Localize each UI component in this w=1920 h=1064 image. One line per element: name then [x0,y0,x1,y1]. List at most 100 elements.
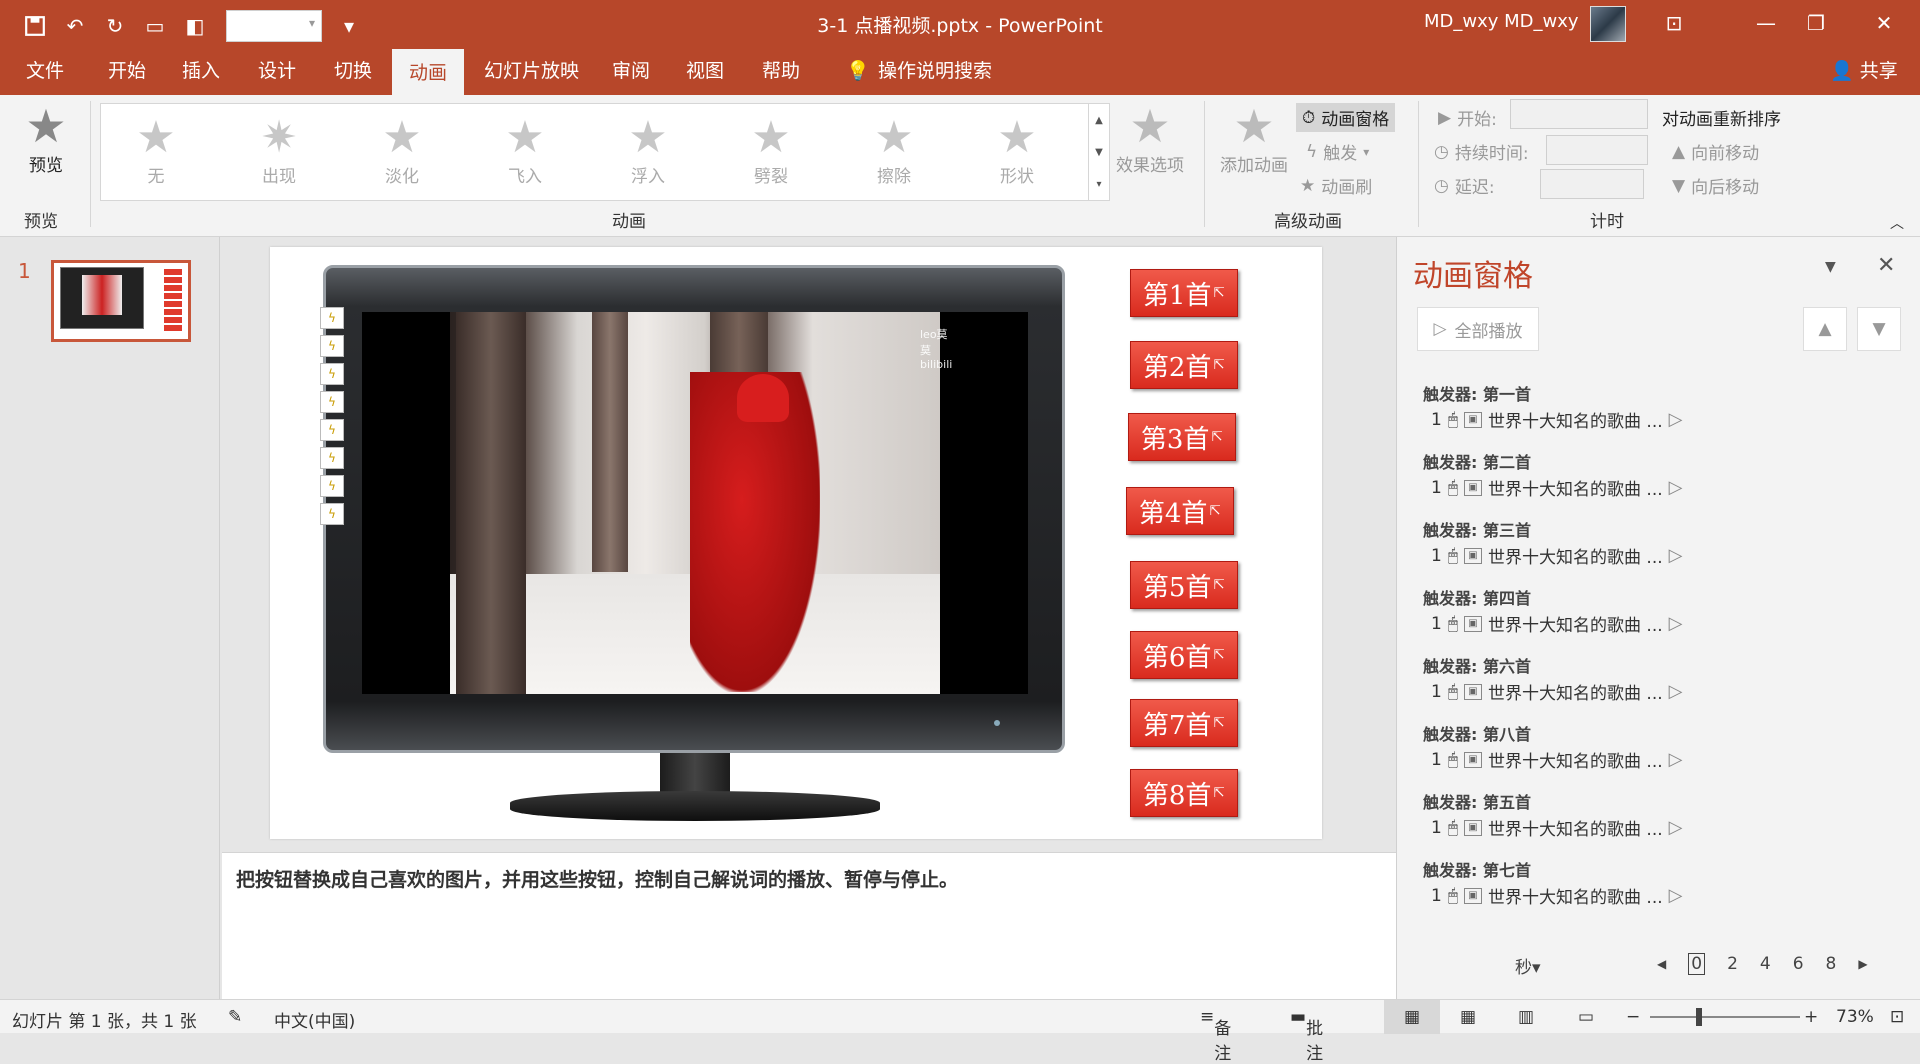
animation-split[interactable]: ★ 劈裂 [716,114,826,194]
scroll-up-icon[interactable]: ▲ [1095,115,1103,126]
delay-input[interactable] [1540,169,1644,199]
lightning-icon[interactable]: ϟ [320,503,344,525]
add-animation-button[interactable]: ★ 添加动画 [1214,101,1294,176]
slide-sorter-icon[interactable]: ▦ [1460,1007,1476,1027]
slideshow-icon[interactable]: ▭ [1578,1007,1594,1027]
animation-item[interactable]: 1 🖱 ▣ 世界十大知名的歌曲 ... ▷ [1431,883,1683,908]
scroll-down-icon[interactable]: ▼ [1095,147,1103,158]
lightning-icon[interactable]: ϟ [320,447,344,469]
move-down-button[interactable]: ▼ [1857,307,1901,351]
play-all-button[interactable]: ▷ 全部播放 [1417,307,1539,351]
animation-fly-in[interactable]: ★ 飞入 [470,114,580,194]
tab-home[interactable]: 开始 [98,47,156,95]
notes-pane[interactable]: 把按钮替换成自己喜欢的图片，并用这些按钮，控制自己解说词的播放、暂停与停止。 [222,852,1397,1000]
song-button-1[interactable]: 第1首 ⇱ [1130,269,1238,317]
song-button-3[interactable]: 第3首 ⇱ [1128,413,1236,461]
user-name[interactable]: MD_wxy MD_wxy [1424,11,1579,32]
zoom-level[interactable]: 73% [1836,1007,1874,1027]
animation-appear[interactable]: ✷ 出现 [224,114,334,194]
animation-fade[interactable]: ★ 淡化 [347,114,457,194]
expand-gallery-icon[interactable]: ▾ [1096,179,1101,190]
animation-item[interactable]: 1 🖱 ▣ 世界十大知名的歌曲 ... ▷ [1431,611,1683,636]
video-screen[interactable]: leo莫莫 bilibili [362,312,1028,694]
notes-toggle[interactable]: ≡ 备注 [1200,1007,1231,1064]
song-button-5[interactable]: 第5首 ⇱ [1130,561,1238,609]
tab-design[interactable]: 设计 [248,47,306,95]
move-earlier-button[interactable]: ▲ 向前移动 [1672,139,1759,165]
animation-wipe[interactable]: ★ 擦除 [839,114,949,194]
duration-input[interactable] [1546,135,1648,165]
share-button[interactable]: 👤 共享 [1820,47,1908,95]
minimize-icon[interactable]: — [1746,8,1786,38]
animation-shape[interactable]: ★ 形状 [962,114,1072,194]
font-name-box[interactable] [226,10,322,42]
tab-slideshow[interactable]: 幻灯片放映 [474,47,589,95]
animation-float-in[interactable]: ★ 浮入 [593,114,703,194]
animation-item[interactable]: 1 🖱 ▣ 世界十大知名的歌曲 ... ▷ [1431,475,1683,500]
animation-item[interactable]: 1 🖱 ▣ 世界十大知名的歌曲 ... ▷ [1431,407,1683,432]
effect-options-button[interactable]: ★ 效果选项 [1110,101,1190,176]
pane-options-icon[interactable]: ▼ [1825,259,1836,275]
timeline-left-icon[interactable]: ◀ [1657,957,1666,971]
redo-icon[interactable]: ↻ [102,13,128,39]
animation-none[interactable]: ★ 无 [101,114,211,194]
slide-thumbnail[interactable] [51,260,191,342]
lightning-icon[interactable]: ϟ [320,335,344,357]
tab-transitions[interactable]: 切换 [324,47,382,95]
customize-qat-icon[interactable]: ▾ [336,13,362,39]
animation-item[interactable]: 1 🖱 ▣ 世界十大知名的歌曲 ... ▷ [1431,747,1683,772]
move-up-button[interactable]: ▲ [1803,307,1847,351]
lightning-icon[interactable]: ϟ [320,475,344,497]
timeline-ruler[interactable]: ◀ 0 2 4 6 8 ▶ [1657,953,1868,975]
language-indicator[interactable]: 中文(中国) [274,1007,355,1032]
tab-file[interactable]: 文件 [16,47,74,95]
zoom-out-icon[interactable]: − [1626,1007,1640,1027]
tell-me-search[interactable]: 操作说明搜索 [868,47,1002,95]
undo-icon[interactable]: ↶ [62,13,88,39]
lightning-icon[interactable]: ϟ [320,307,344,329]
layout-icon[interactable]: ◧ [182,13,208,39]
lightning-icon[interactable]: ϟ [320,419,344,441]
comments-toggle[interactable]: ▬ 批注 [1290,1007,1323,1064]
song-button-2[interactable]: 第2首 ⇱ [1130,341,1238,389]
notes-text[interactable]: 把按钮替换成自己喜欢的图片，并用这些按钮，控制自己解说词的播放、暂停与停止。 [236,865,958,892]
song-button-8[interactable]: 第8首 ⇱ [1130,769,1238,817]
normal-view-icon[interactable]: ▦ [1384,1000,1440,1034]
save-icon[interactable] [22,13,48,39]
animation-item[interactable]: 1 🖱 ▣ 世界十大知名的歌曲 ... ▷ [1431,543,1683,568]
tab-animations[interactable]: 动画 [392,47,464,95]
song-button-6[interactable]: 第6首 ⇱ [1130,631,1238,679]
reading-view-icon[interactable]: ▥ [1518,1007,1534,1027]
animation-painter-button[interactable]: ★ 动画刷 [1300,173,1372,199]
start-dropdown[interactable] [1510,99,1648,129]
seconds-dropdown[interactable]: 秒▾ [1515,953,1541,978]
close-icon[interactable]: ✕ [1864,8,1904,38]
zoom-in-icon[interactable]: + [1804,1007,1818,1027]
lightning-icon[interactable]: ϟ [320,363,344,385]
fit-to-window-icon[interactable]: ⊡ [1890,1007,1904,1027]
tab-view[interactable]: 视图 [676,47,734,95]
present-from-beginning-icon[interactable]: ▭ [142,13,168,39]
restore-icon[interactable]: ❐ [1796,8,1836,38]
ribbon-display-options-icon[interactable]: ⊡ [1654,8,1694,38]
collapse-ribbon-icon[interactable]: ︿ [1890,213,1904,233]
spelling-icon[interactable]: ✎ [228,1007,242,1027]
song-button-7[interactable]: 第7首 ⇱ [1130,699,1238,747]
move-later-button[interactable]: ▼ 向后移动 [1672,173,1759,199]
tab-review[interactable]: 审阅 [602,47,660,95]
video-frame[interactable]: leo莫莫 bilibili [450,312,952,694]
zoom-slider[interactable] [1650,1016,1800,1018]
animation-item[interactable]: 1 🖱 ▣ 世界十大知名的歌曲 ... ▷ [1431,679,1683,704]
song-button-4[interactable]: 第4首 ⇱ [1126,487,1234,535]
tab-insert[interactable]: 插入 [172,47,230,95]
zoom-thumb[interactable] [1696,1008,1702,1026]
animation-pane-button[interactable]: ⏱ 动画窗格 [1296,103,1396,132]
tab-help[interactable]: 帮助 [752,47,810,95]
timeline-right-icon[interactable]: ▶ [1858,957,1867,971]
trigger-button[interactable]: ϟ 触发 ▾ [1306,139,1369,165]
gallery-scrollbar[interactable]: ▲ ▼ ▾ [1088,103,1110,201]
avatar[interactable] [1590,6,1626,42]
animation-item[interactable]: 1 🖱 ▣ 世界十大知名的歌曲 ... ▷ [1431,815,1683,840]
lightning-icon[interactable]: ϟ [320,391,344,413]
close-pane-icon[interactable]: ✕ [1877,253,1895,278]
